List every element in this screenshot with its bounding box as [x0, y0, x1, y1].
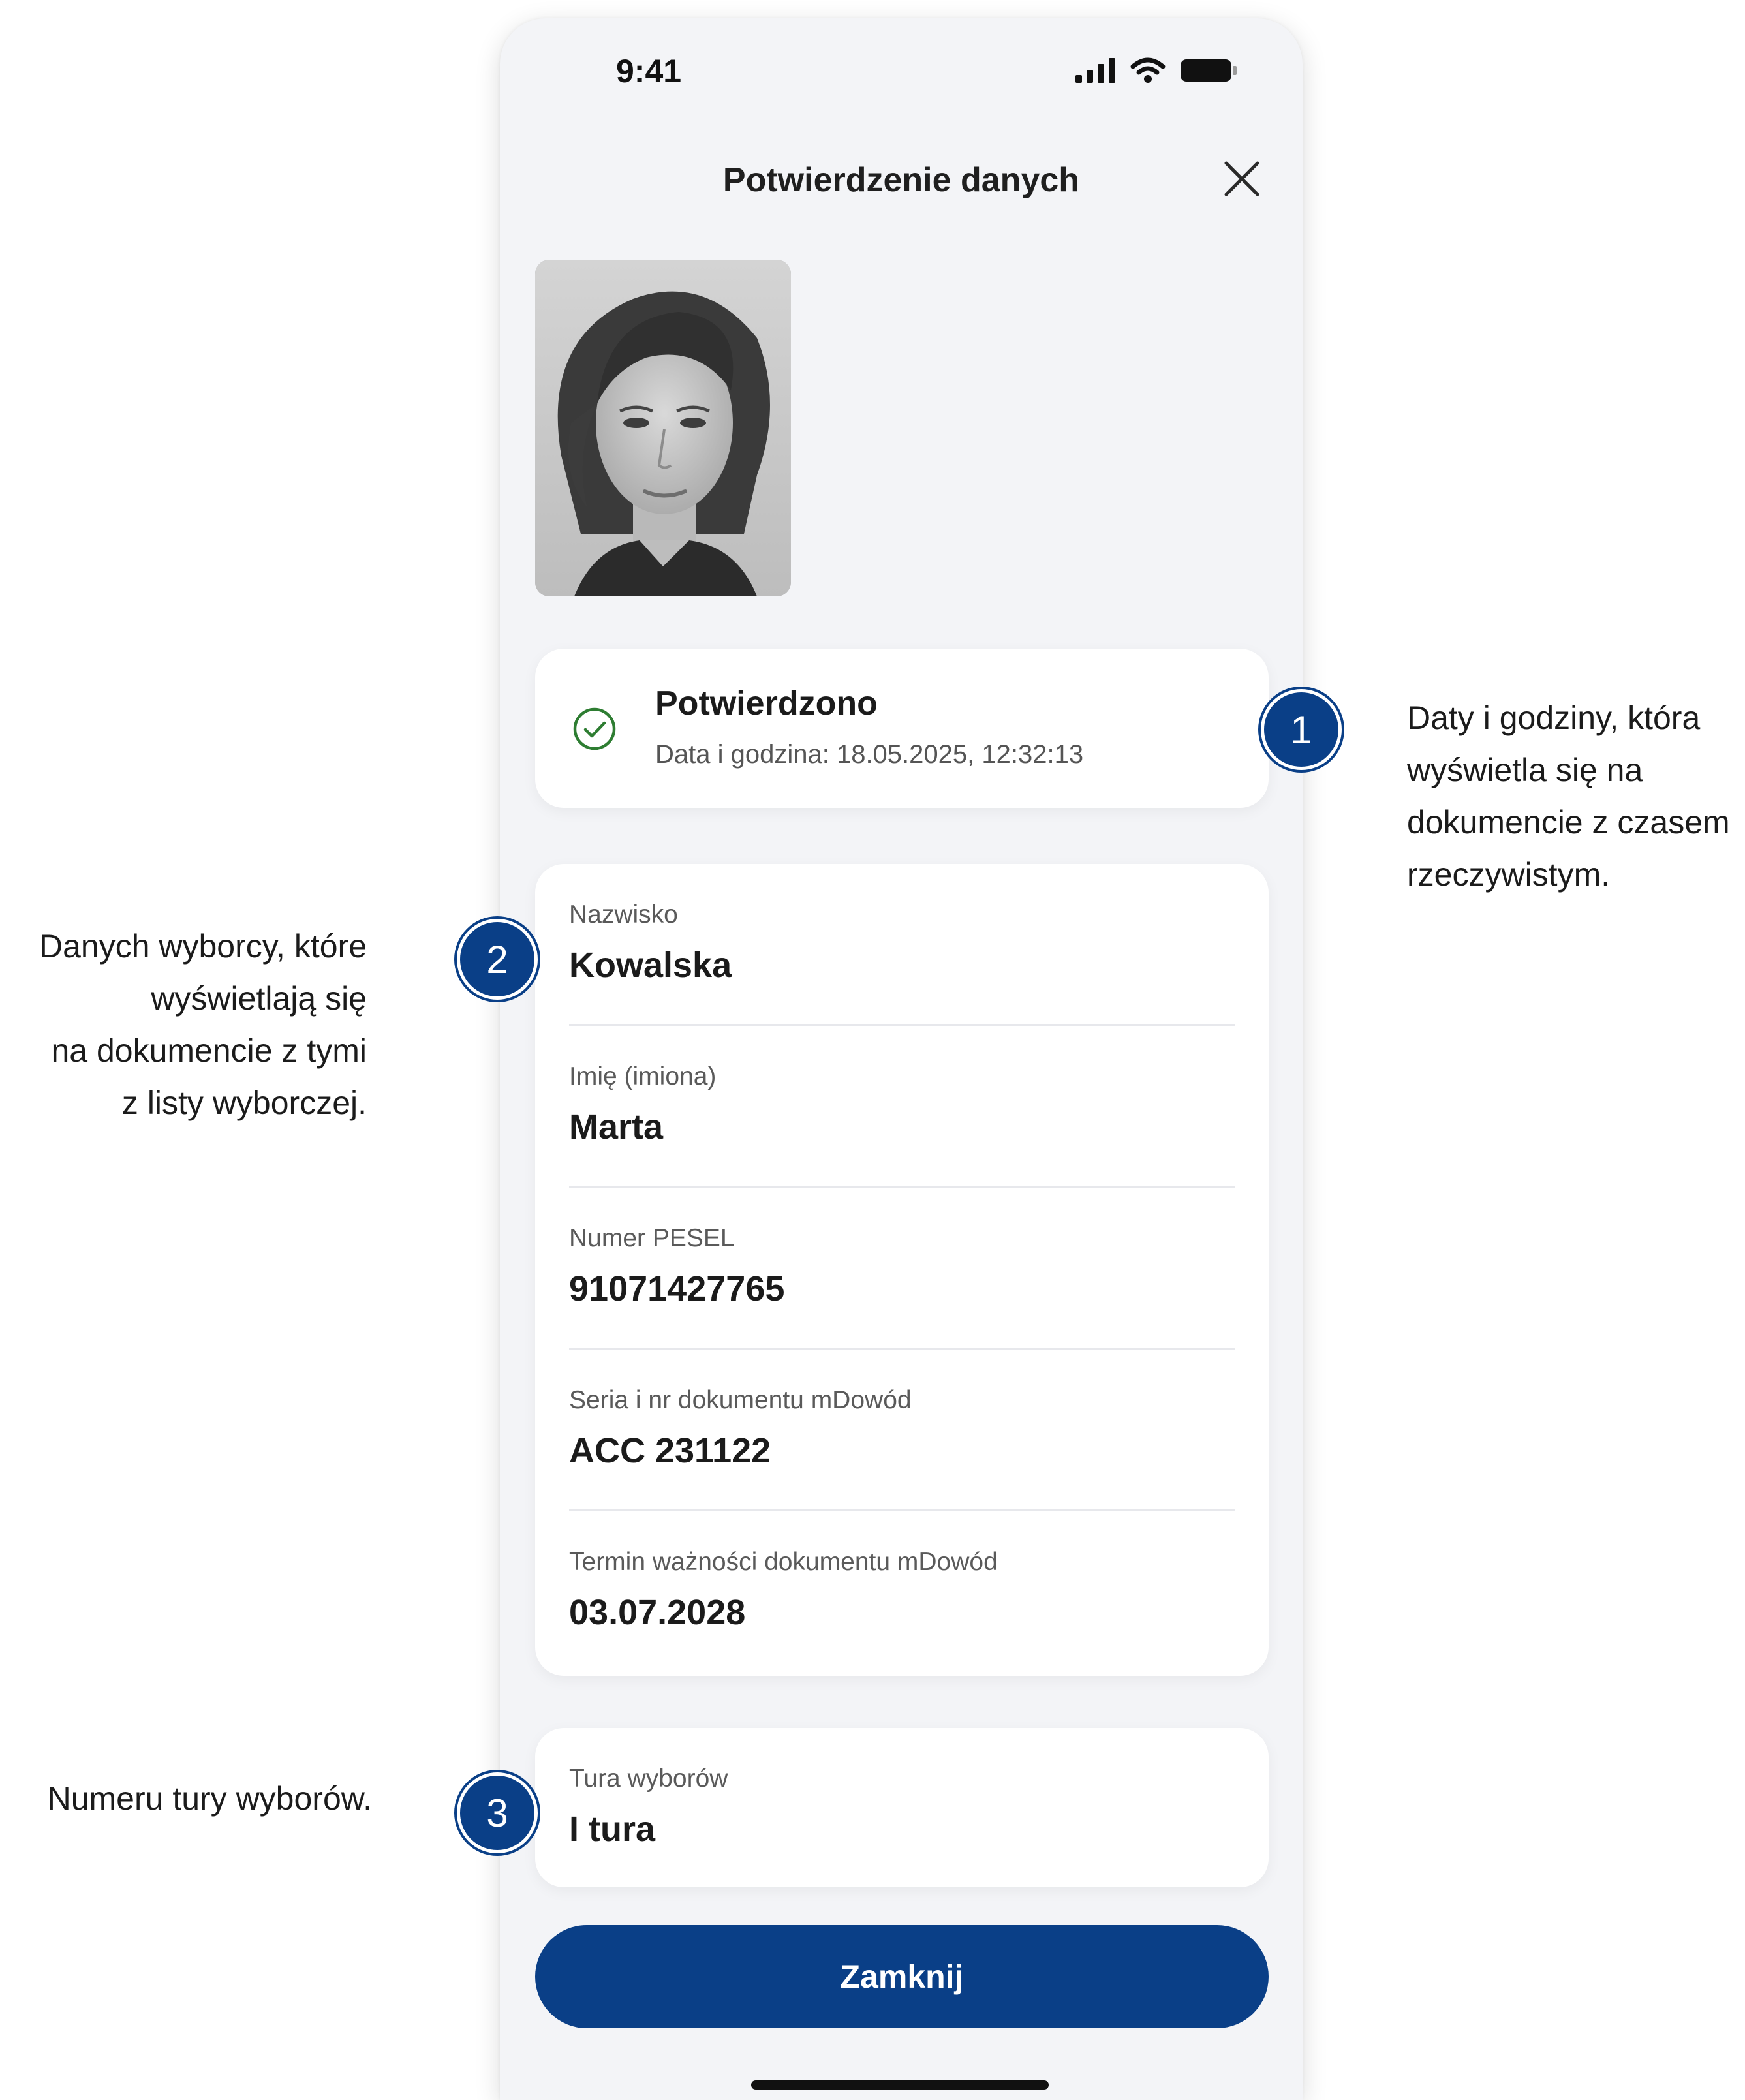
annotation-line: rzeczywistym. — [1407, 856, 1611, 893]
close-icon — [1224, 161, 1260, 200]
confirmation-card: Potwierdzono Data i godzina: 18.05.2025,… — [535, 649, 1269, 808]
status-icons — [1075, 57, 1237, 84]
field-label: Seria i nr dokumentu mDowód — [569, 1386, 912, 1414]
check-circle-icon — [572, 706, 617, 755]
field-label: Numer PESEL — [569, 1224, 735, 1252]
close-button[interactable] — [1219, 157, 1265, 203]
field-label: Tura wyborów — [569, 1765, 728, 1793]
field-value: ACC 231122 — [569, 1431, 771, 1470]
field-label: Nazwisko — [569, 901, 678, 929]
battery-icon — [1180, 57, 1237, 84]
annotation-line: Daty i godziny, która — [1407, 700, 1701, 736]
field-election-round: Tura wyborów I tura — [569, 1728, 1235, 1890]
annotation-note-3: Numeru tury wyborów. — [48, 1772, 372, 1825]
close-primary-button[interactable]: Zamknij — [535, 1925, 1269, 2028]
voter-photo — [535, 260, 791, 596]
annotation-line: wyświetlają się — [151, 980, 367, 1017]
field-first-name: Imię (imiona) Marta — [569, 1026, 1235, 1188]
field-label: Termin ważności dokumentu mDowód — [569, 1548, 998, 1576]
field-label: Imię (imiona) — [569, 1062, 717, 1090]
page-title: Potwierdzenie danych — [722, 161, 1080, 199]
phone-screen: 9:41 Potwierdzenie danych Potwierdzono D… — [500, 18, 1303, 2100]
field-value: 91071427765 — [569, 1269, 785, 1308]
status-time: 9:41 — [616, 53, 682, 89]
confirmation-title: Potwierdzono — [655, 685, 878, 722]
annotation-note-1: Daty i godziny, która wyświetla się na d… — [1407, 692, 1730, 901]
annotation-note-2: Danych wyborcy, które wyświetlają się na… — [39, 920, 367, 1129]
field-surname: Nazwisko Kowalska — [569, 864, 1235, 1026]
annotation-marker-3: 3 — [457, 1772, 538, 1853]
annotation-line: z listy wyborczej. — [121, 1085, 367, 1121]
field-value: Marta — [569, 1107, 664, 1147]
field-value: 03.07.2028 — [569, 1593, 746, 1632]
annotation-line: Numeru tury wyborów. — [47, 1780, 372, 1817]
field-document-number: Seria i nr dokumentu mDowód ACC 231122 — [569, 1350, 1235, 1511]
annotation-marker-1: 1 — [1261, 689, 1342, 770]
annotation-line: dokumencie z czasem — [1407, 804, 1730, 841]
annotation-line: Danych wyborcy, które — [39, 928, 367, 965]
annotation-marker-2: 2 — [457, 919, 538, 1000]
annotation-line: na dokumencie z tymi — [51, 1032, 367, 1069]
election-round-card: Tura wyborów I tura — [535, 1728, 1269, 1887]
voter-data-card: Nazwisko Kowalska Imię (imiona) Marta Nu… — [535, 864, 1269, 1676]
field-pesel: Numer PESEL 91071427765 — [569, 1188, 1235, 1350]
annotation-line: wyświetla się na — [1407, 752, 1643, 788]
home-indicator — [751, 2080, 1049, 2090]
field-document-expiry: Termin ważności dokumentu mDowód 03.07.2… — [569, 1511, 1235, 1673]
confirmation-datetime: Data i godzina: 18.05.2025, 12:32:13 — [655, 740, 1084, 769]
field-value: I tura — [569, 1810, 656, 1849]
field-value: Kowalska — [569, 946, 732, 985]
wifi-icon — [1130, 57, 1166, 84]
signal-icon — [1075, 58, 1116, 83]
